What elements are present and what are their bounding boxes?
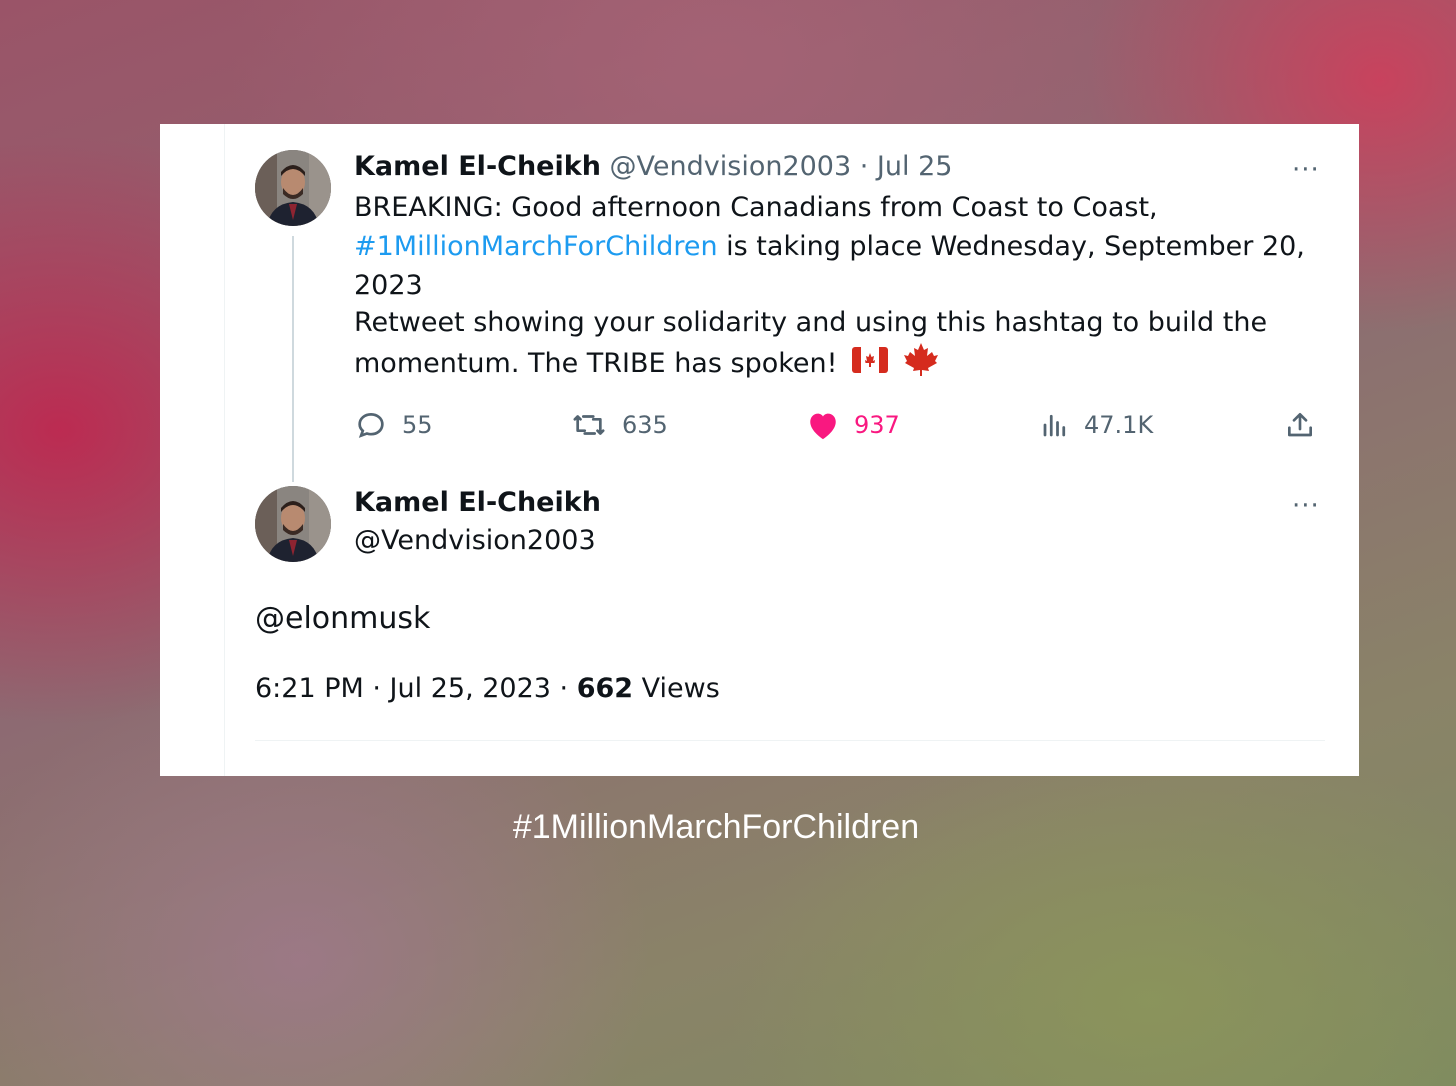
more-options-button[interactable]: ··· — [1292, 493, 1320, 519]
tweet-text-segment: is taking place Wednesday, September 20, — [717, 231, 1305, 262]
analytics-bar-icon — [1040, 410, 1070, 440]
canada-flag-emoji — [852, 346, 889, 384]
share-icon — [1284, 408, 1316, 442]
author-name[interactable]: Kamel El-Cheikh — [354, 151, 601, 182]
views-number: 662 — [576, 673, 634, 704]
tweet-card: Kamel El-Cheikh @Vendvision2003 · Jul 25… — [160, 124, 1359, 776]
retweet-button[interactable]: 635 — [570, 406, 668, 444]
meta-separator: · — [363, 673, 390, 704]
header-separator: · — [851, 151, 877, 182]
retweet-count: 635 — [622, 411, 668, 439]
heart-icon — [806, 409, 840, 441]
avatar-photo — [255, 486, 331, 562]
tweet-text-line-4: Retweet showing your solidarity and usin… — [354, 307, 1268, 338]
avatar-photo — [255, 150, 331, 226]
tweet-time[interactable]: 6:21 PM — [255, 673, 364, 704]
views-button[interactable]: 47.1K — [1040, 406, 1153, 444]
tweet-text-line-5: momentum. The TRIBE has spoken! — [354, 342, 939, 387]
tweet-header: Kamel El-Cheikh @Vendvision2003 · Jul 25 — [354, 148, 952, 186]
author-handle[interactable]: @Vendvision2003 — [354, 522, 596, 560]
meta-separator: · — [550, 673, 577, 704]
divider — [255, 740, 1325, 741]
reply-button[interactable]: 55 — [354, 406, 433, 444]
tweet-meta: 6:21 PM · Jul 25, 2023 · 662 Views — [255, 670, 720, 708]
reply-icon — [354, 408, 388, 442]
tweet-date[interactable]: Jul 25 — [877, 151, 953, 182]
more-options-button[interactable]: ··· — [1292, 157, 1320, 183]
views-count: 47.1K — [1084, 411, 1154, 439]
maple-leaf-emoji — [903, 342, 939, 387]
like-count: 937 — [854, 411, 900, 439]
hashtag-link[interactable]: #1MillionMarchForChildren — [354, 231, 718, 262]
mention-link[interactable]: @elonmusk — [255, 598, 430, 640]
like-button[interactable]: 937 — [806, 406, 900, 444]
tweet-text-segment: momentum. The TRIBE has spoken! — [354, 348, 838, 379]
avatar[interactable] — [255, 150, 331, 226]
author-handle[interactable]: @Vendvision2003 — [610, 151, 852, 182]
tweet-text-line-2: #1MillionMarchForChildren is taking plac… — [354, 228, 1305, 266]
tweet-text-line-3: 2023 — [354, 270, 423, 301]
card-left-border — [224, 124, 225, 776]
views-label: Views — [633, 673, 720, 704]
avatar[interactable] — [255, 486, 331, 562]
thread-connector — [292, 236, 294, 482]
tweet-full-date[interactable]: Jul 25, 2023 — [390, 673, 551, 704]
reply-count: 55 — [402, 411, 433, 439]
author-name[interactable]: Kamel El-Cheikh — [354, 484, 601, 522]
retweet-icon — [570, 408, 608, 442]
share-button[interactable] — [1284, 406, 1316, 444]
image-caption: #1MillionMarchForChildren — [512, 808, 920, 846]
tweet-text-line-1: BREAKING: Good afternoon Canadians from … — [354, 192, 1158, 223]
